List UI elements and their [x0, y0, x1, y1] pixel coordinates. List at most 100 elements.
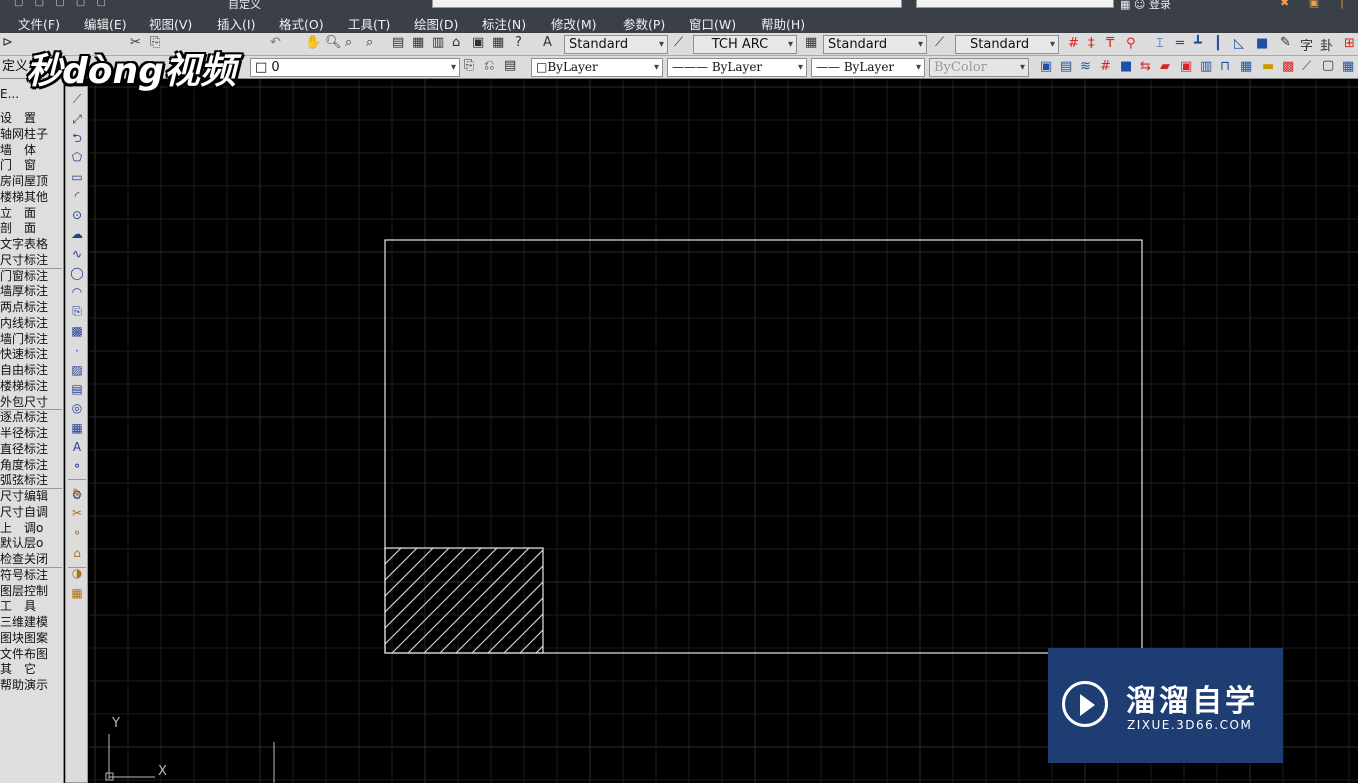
- search-box[interactable]: [916, 0, 1114, 8]
- modify-tool-icon[interactable]: ▦: [69, 585, 85, 601]
- screen-menu-title[interactable]: E...: [0, 87, 19, 101]
- screen-menu-item[interactable]: 半径标注: [0, 426, 60, 441]
- ellipse-icon[interactable]: ◯: [69, 265, 85, 281]
- menu-view[interactable]: 视图(V): [149, 14, 192, 33]
- arc-icon[interactable]: ◜: [69, 188, 85, 204]
- menu-dimension[interactable]: 标注(N): [482, 14, 526, 33]
- screen-menu-item[interactable]: 工 具: [0, 599, 60, 614]
- text-style-icon[interactable]: A: [543, 35, 552, 50]
- screen-menu-item[interactable]: 快速标注: [0, 347, 60, 362]
- insert-block-icon[interactable]: ⎘: [69, 303, 85, 319]
- circle-icon[interactable]: ⊙: [69, 207, 85, 223]
- user-login[interactable]: ▦ ☺ 登录: [1120, 0, 1171, 11]
- zoom-realtime-icon[interactable]: 🔍︎: [325, 35, 342, 50]
- screen-menu-item[interactable]: 三维建模: [0, 615, 60, 630]
- screen-menu-item[interactable]: 检查关闭: [0, 552, 60, 567]
- hatch-icon[interactable]: ▨: [69, 362, 85, 378]
- screen-menu-item[interactable]: 尺寸自调: [0, 505, 60, 520]
- gradient-icon[interactable]: ▤: [69, 381, 85, 397]
- door-icon[interactable]: ⚲: [1126, 36, 1136, 51]
- screen-menu-item[interactable]: 剖 面: [0, 221, 60, 236]
- menu-tools[interactable]: 工具(T): [348, 14, 390, 33]
- screen-menu-item[interactable]: 默认层o: [0, 536, 60, 551]
- tool-palettes-icon[interactable]: ▥: [432, 35, 444, 50]
- region-icon[interactable]: ◎: [69, 400, 85, 416]
- revision-cloud-icon[interactable]: ☁: [69, 226, 85, 242]
- dim-style-select[interactable]: TCH ARC ▾: [693, 35, 797, 54]
- tool-icon-13[interactable]: ▩: [1282, 59, 1294, 74]
- screen-menu-item[interactable]: 图块图案: [0, 631, 60, 646]
- screen-menu-item[interactable]: 尺寸编辑: [0, 489, 60, 504]
- screen-menu-item[interactable]: 上 调o: [0, 521, 60, 536]
- tool-icon-14[interactable]: ⟋: [1302, 59, 1311, 74]
- tool-icon-10[interactable]: ⊓: [1220, 59, 1230, 74]
- menu-window[interactable]: 窗口(W): [689, 14, 736, 33]
- add-selected-icon[interactable]: ⚬: [69, 458, 85, 474]
- menu-draw[interactable]: 绘图(D): [414, 14, 458, 33]
- linetype-select[interactable]: ——— ByLayer ▾: [667, 58, 807, 77]
- color-select[interactable]: □ByLayer ▾: [531, 58, 663, 77]
- dim-continue-icon[interactable]: ┃: [1214, 36, 1222, 51]
- tool-icon-12[interactable]: ▬: [1262, 59, 1274, 74]
- more-icon[interactable]: ⊞: [1344, 36, 1355, 51]
- tool-icon-16[interactable]: ▦: [1342, 59, 1354, 74]
- open-icon[interactable]: ⊳: [2, 35, 13, 50]
- screen-menu-item[interactable]: 符号标注: [0, 568, 60, 583]
- multileader-style-select[interactable]: Standard ▾: [955, 35, 1059, 54]
- modify-tool-icon[interactable]: ⚬: [69, 525, 85, 541]
- menu-file[interactable]: 文件(F): [18, 14, 60, 33]
- dim-baseline-icon[interactable]: ┻: [1194, 36, 1202, 51]
- dim-linear-icon[interactable]: ⌶: [1156, 36, 1164, 51]
- dim-center-icon[interactable]: ■: [1256, 36, 1268, 51]
- screen-menu-item[interactable]: 尺寸标注: [0, 253, 60, 268]
- layer-select[interactable]: □ 0 ▾: [250, 58, 460, 77]
- screen-menu-item[interactable]: 帮助演示: [0, 678, 60, 693]
- layer-states-icon[interactable]: ▤: [504, 58, 516, 73]
- menu-insert[interactable]: 插入(I): [217, 14, 255, 33]
- zoom-previous-icon[interactable]: ⌕: [366, 35, 373, 50]
- grid-icon[interactable]: #: [1068, 36, 1079, 51]
- screen-menu-item[interactable]: 两点标注: [0, 300, 60, 315]
- column-icon[interactable]: ‡: [1088, 36, 1095, 51]
- screen-menu-item[interactable]: 自由标注: [0, 363, 60, 378]
- menu-modify[interactable]: 修改(M): [551, 14, 597, 33]
- window-controls[interactable]: ✖ ▣ │: [1280, 0, 1353, 9]
- screen-menu-item[interactable]: 楼梯标注: [0, 379, 60, 394]
- properties-icon[interactable]: ▤: [392, 35, 404, 50]
- menu-parametric[interactable]: 参数(P): [623, 14, 665, 33]
- screen-menu-item[interactable]: 弧弦标注: [0, 473, 60, 488]
- calculator-icon[interactable]: ▦: [492, 35, 504, 50]
- help-icon[interactable]: ?: [515, 35, 522, 50]
- screen-menu-item[interactable]: 轴网柱子: [0, 127, 60, 142]
- table-icon[interactable]: 卦: [1320, 35, 1333, 54]
- markup-icon[interactable]: ▣: [472, 35, 484, 50]
- screen-menu-item[interactable]: 门窗标注: [0, 269, 60, 284]
- polyline-icon[interactable]: ⮌: [69, 130, 85, 146]
- screen-menu-item[interactable]: 设 置: [0, 111, 60, 126]
- symbol-icon[interactable]: ✎: [1280, 35, 1291, 50]
- screen-menu-item[interactable]: 外包尺寸: [0, 395, 60, 410]
- construction-line-icon[interactable]: ⤢: [69, 111, 85, 127]
- make-block-icon[interactable]: ▩: [69, 323, 85, 339]
- table-icon[interactable]: ▦: [69, 420, 85, 436]
- screen-menu-item[interactable]: 墙门标注: [0, 332, 60, 347]
- spline-icon[interactable]: ∿: [69, 246, 85, 262]
- screen-menu-item[interactable]: 图层控制: [0, 584, 60, 599]
- multileader-style-icon[interactable]: ⟋: [935, 35, 944, 50]
- hatch-pattern[interactable]: [280, 548, 737, 653]
- undo-icon[interactable]: ↶: [270, 35, 281, 50]
- menu-help[interactable]: 帮助(H): [761, 14, 805, 33]
- text-style-select[interactable]: Standard ▾: [564, 35, 668, 54]
- outer-rectangle[interactable]: [384, 239, 1143, 654]
- tool-icon-1[interactable]: ▣: [1040, 59, 1052, 74]
- table-style-icon[interactable]: ▦: [805, 35, 817, 50]
- dim-aligned-icon[interactable]: ═: [1176, 36, 1184, 51]
- modify-tool-icon[interactable]: ✎: [69, 485, 85, 501]
- screen-menu-item[interactable]: 楼梯其他: [0, 190, 60, 205]
- modify-tool-icon[interactable]: ◑: [69, 565, 85, 581]
- tool-icon-6[interactable]: ⇆: [1140, 59, 1151, 74]
- pan-icon[interactable]: ✋: [305, 35, 321, 50]
- tool-icon-4[interactable]: #: [1100, 59, 1111, 74]
- text-icon[interactable]: 字: [1300, 35, 1313, 54]
- design-center-icon[interactable]: ▦: [412, 35, 424, 50]
